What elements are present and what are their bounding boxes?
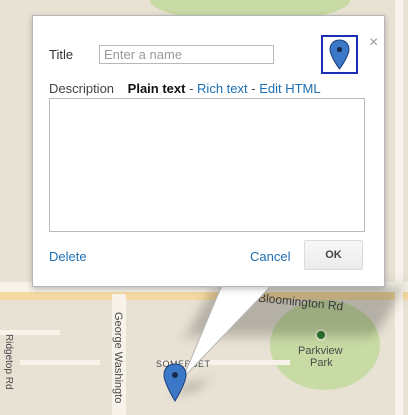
mode-separator: - [189,81,194,96]
delete-link[interactable]: Delete [49,249,87,264]
rich-text-link[interactable]: Rich text [197,81,248,96]
mode-separator: - [251,81,256,96]
description-row: Description Plain text - Rich text - Edi… [49,81,321,96]
edit-html-link[interactable]: Edit HTML [259,81,320,96]
plain-text-mode: Plain text [127,81,186,96]
marker-icon-selector[interactable] [321,35,358,74]
title-input[interactable] [99,45,274,64]
map-pin-icon [329,39,350,70]
ok-button[interactable]: OK [304,240,363,270]
description-textarea[interactable] [49,98,365,232]
title-label: Title [49,47,74,62]
description-label: Description [49,81,115,96]
map-pin-icon[interactable] [163,363,187,403]
edit-placemark-dialog: Title × Description Plain text - Rich te… [32,15,385,287]
cancel-link[interactable]: Cancel [250,249,290,264]
close-icon[interactable]: × [369,34,378,52]
